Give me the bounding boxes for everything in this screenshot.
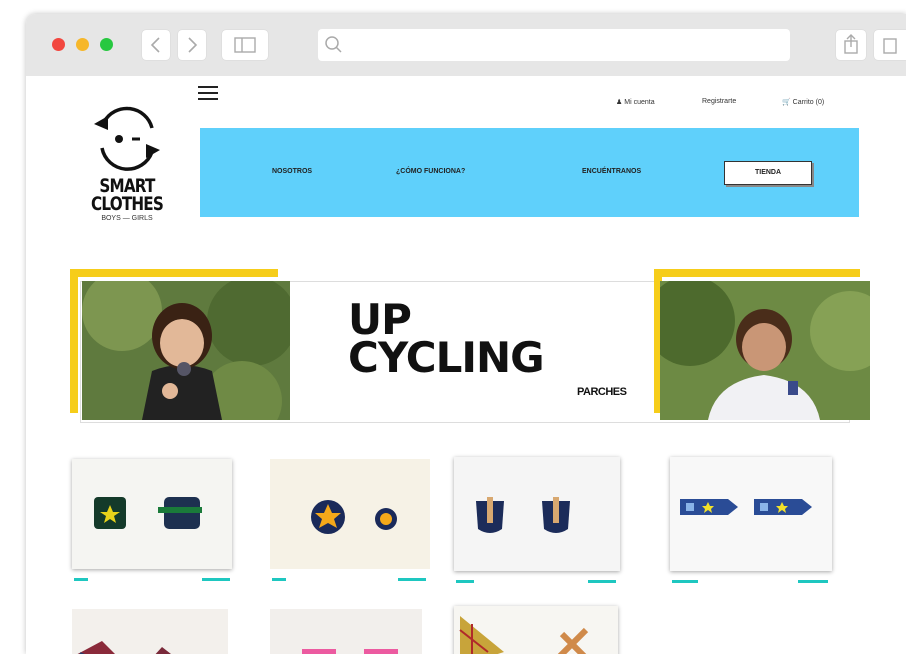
product-card-pink-patches[interactable] <box>270 609 422 654</box>
price-tag <box>74 578 88 581</box>
pocket-patches-image <box>454 457 620 571</box>
price-tag <box>672 580 698 583</box>
product-card-plaid-patches[interactable] <box>72 609 228 654</box>
hero-accent-right-top <box>654 269 860 277</box>
price-tag <box>456 580 474 583</box>
close-window-button[interactable] <box>52 38 65 51</box>
web-page: ♟ Mi cuenta Registrarte 🛒 Carrito (0) SM… <box>26 76 906 654</box>
product-card-arrow-patches[interactable] <box>670 457 832 571</box>
triangle-patches-image <box>454 606 618 654</box>
cart-link[interactable]: 🛒 Carrito (0) <box>782 98 824 106</box>
hamburger-menu-icon[interactable] <box>198 86 218 100</box>
buy-tag[interactable] <box>588 580 616 583</box>
arrow-star-patches-image <box>670 457 832 571</box>
hero-title-line2: CYCLING <box>348 333 545 382</box>
price-tag <box>272 578 286 581</box>
back-button[interactable] <box>142 30 170 60</box>
browser-toolbar <box>26 14 906 76</box>
product-card-triangle-patches[interactable] <box>454 606 618 654</box>
hero-title: UP CYCLING <box>348 299 545 382</box>
logo-tagline: BOYS — GIRLS <box>101 215 153 222</box>
sidebar-icon <box>234 37 256 53</box>
hero-subtitle: PARCHES <box>577 386 627 398</box>
buy-tag[interactable] <box>202 578 230 581</box>
share-button[interactable] <box>836 30 866 60</box>
sidebar-toggle-button[interactable] <box>222 30 268 60</box>
square-star-patches-image <box>72 459 232 569</box>
plaid-patches-image <box>72 609 228 654</box>
round-star-patches-image <box>270 459 430 569</box>
product-card-square-patches[interactable] <box>72 459 232 569</box>
tabs-button[interactable] <box>874 30 906 60</box>
nav-tienda-button[interactable]: TIENDA <box>724 161 812 185</box>
zoom-window-button[interactable] <box>100 38 113 51</box>
hero-accent-left-top <box>70 269 278 277</box>
hero-accent-left-side <box>70 269 78 413</box>
my-account-label: Mi cuenta <box>624 99 655 106</box>
hero-photo-boy <box>82 281 290 420</box>
smiley-cycle-icon <box>94 106 160 171</box>
forward-button[interactable] <box>178 30 206 60</box>
nav-nosotros[interactable]: NOSOTROS <box>272 168 312 175</box>
chevron-left-icon <box>150 37 160 53</box>
share-icon <box>844 34 858 54</box>
nav-encuentranos[interactable]: ENCUÉNTRANOS <box>582 168 641 175</box>
pink-patches-image <box>270 609 422 654</box>
hero-photo-girl <box>660 281 870 420</box>
cart-icon: 🛒 <box>782 99 791 106</box>
address-bar[interactable] <box>318 29 790 61</box>
cart-label: Carrito (0) <box>792 99 825 106</box>
hero-banner: UP CYCLING PARCHES <box>70 269 870 429</box>
main-nav: NOSOTROS ¿CÓMO FUNCIONA? ENCUÉNTRANOS TI… <box>200 128 859 217</box>
user-icon: ♟ <box>616 99 623 106</box>
search-icon <box>325 36 342 53</box>
chevron-right-icon <box>188 37 198 53</box>
logo-word-clothes: CLOTHES <box>91 193 164 215</box>
browser-window: ♟ Mi cuenta Registrarte 🛒 Carrito (0) SM… <box>26 14 906 654</box>
minimize-window-button[interactable] <box>76 38 89 51</box>
brand-logo[interactable]: SMART CLOTHES BOYS — GIRLS <box>82 106 172 256</box>
product-card-star-patches[interactable] <box>270 459 430 569</box>
tabs-icon <box>883 38 897 54</box>
my-account-link[interactable]: ♟ Mi cuenta <box>616 98 655 106</box>
nav-como-funciona[interactable]: ¿CÓMO FUNCIONA? <box>396 168 465 175</box>
product-card-pocket-patches[interactable] <box>454 457 620 571</box>
register-link[interactable]: Registrarte <box>702 98 736 105</box>
buy-tag[interactable] <box>798 580 828 583</box>
buy-tag[interactable] <box>398 578 426 581</box>
